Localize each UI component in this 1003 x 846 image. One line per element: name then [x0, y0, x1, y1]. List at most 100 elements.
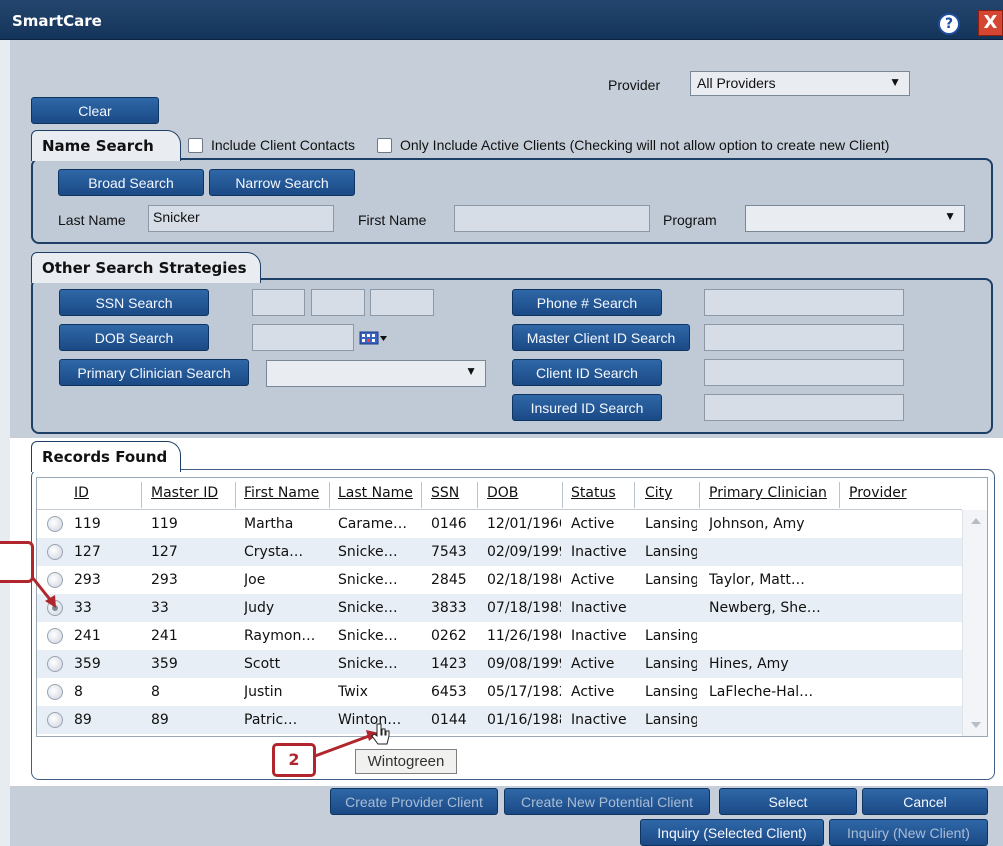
phone-search-button[interactable]: Phone # Search	[512, 289, 662, 316]
col-header-status[interactable]: Status	[571, 478, 616, 510]
cell-status: Inactive	[571, 600, 627, 616]
cell-primary-clinician: Newberg, She…	[709, 600, 821, 616]
table-row[interactable]: 89 89 Patric… Winton… 0144 01/16/1988 Inactive…	[37, 706, 962, 734]
cell-city: Lansing	[645, 656, 697, 672]
cell-master-id: 8	[151, 684, 160, 700]
cell-last-name: Snicke…	[338, 656, 398, 672]
create-new-potential-client-button[interactable]: Create New Potential Client	[504, 788, 710, 815]
ssn-field-2[interactable]	[311, 289, 365, 316]
primary-clinician-select[interactable]: ▼	[266, 360, 486, 387]
row-select-radio[interactable]	[47, 628, 63, 644]
cell-ssn: 1423	[431, 656, 467, 672]
cell-ssn: 2845	[431, 572, 467, 588]
cell-ssn: 7543	[431, 544, 467, 560]
calendar-icon-svg	[359, 331, 387, 345]
cell-first-name: Joe	[244, 572, 266, 588]
calendar-icon[interactable]	[359, 331, 389, 345]
last-name-field[interactable]: Snicker	[148, 205, 334, 232]
cell-last-name: Snicke…	[338, 600, 398, 616]
col-header-id[interactable]: ID	[74, 478, 89, 510]
provider-select[interactable]: All Providers ▼	[690, 71, 910, 96]
master-client-id-field[interactable]	[704, 324, 904, 351]
inquiry-selected-client-button[interactable]: Inquiry (Selected Client)	[640, 819, 824, 846]
create-provider-client-button[interactable]: Create Provider Client	[330, 788, 498, 815]
col-header-primary-clinician[interactable]: Primary Clinician	[709, 478, 827, 510]
cell-dob: 02/18/1986	[487, 572, 561, 588]
table-row[interactable]: 8 8 Justin Twix 6453 05/17/1982 Active Lansing L…	[37, 678, 962, 706]
dob-search-button[interactable]: DOB Search	[59, 324, 209, 351]
scroll-down-icon[interactable]	[971, 722, 981, 728]
cell-status: Active	[571, 684, 615, 700]
program-select[interactable]: ▼	[745, 205, 965, 232]
col-header-master-id[interactable]: Master ID	[151, 478, 218, 510]
dropdown-arrow-icon: ▼	[944, 209, 956, 223]
col-header-provider[interactable]: Provider	[849, 478, 907, 510]
ssn-field-1[interactable]	[252, 289, 305, 316]
insured-id-search-button[interactable]: Insured ID Search	[512, 394, 662, 421]
tooltip: Wintogreen	[355, 749, 457, 774]
first-name-field[interactable]	[454, 205, 650, 232]
cell-ssn: 0144	[431, 712, 467, 728]
cell-master-id: 33	[151, 600, 169, 616]
clear-button[interactable]: Clear	[31, 97, 159, 124]
mouse-cursor-icon	[371, 723, 390, 745]
select-button[interactable]: Select	[719, 788, 857, 815]
row-select-radio[interactable]	[47, 544, 63, 560]
grid-scrollbar[interactable]	[962, 510, 987, 736]
help-icon[interactable]: ?	[938, 13, 960, 35]
cell-last-name: Carame…	[338, 516, 407, 532]
row-select-radio[interactable]	[47, 516, 63, 532]
master-client-id-search-button[interactable]: Master Client ID Search	[512, 324, 690, 351]
cell-ssn: 0262	[431, 628, 467, 644]
cell-dob: 11/26/1980	[487, 628, 561, 644]
cell-id: 293	[74, 572, 101, 588]
scroll-up-icon[interactable]	[971, 518, 981, 524]
table-row[interactable]: 127 127 Crysta… Snicke… 7543 02/09/1999 Inacti…	[37, 538, 962, 566]
col-divider	[477, 482, 478, 508]
cancel-button[interactable]: Cancel	[862, 788, 988, 815]
col-header-last-name[interactable]: Last Name	[338, 478, 413, 510]
phone-field[interactable]	[704, 289, 904, 316]
cell-first-name: Crysta…	[244, 544, 304, 560]
col-header-first-name[interactable]: First Name	[244, 478, 319, 510]
insured-id-field[interactable]	[704, 394, 904, 421]
col-header-city[interactable]: City	[645, 478, 672, 510]
ssn-search-button[interactable]: SSN Search	[59, 289, 209, 316]
table-row[interactable]: 293 293 Joe Snicke… 2845 02/18/1986 Active Lans…	[37, 566, 962, 594]
col-divider	[235, 482, 236, 508]
ssn-field-3[interactable]	[370, 289, 434, 316]
cell-id: 8	[74, 684, 83, 700]
grid-header: ID Master ID First Name Last Name SSN DO…	[37, 478, 962, 510]
row-select-radio[interactable]	[47, 656, 63, 672]
col-header-ssn[interactable]: SSN	[431, 478, 459, 510]
client-id-field[interactable]	[704, 359, 904, 386]
only-active-checkbox[interactable]	[377, 138, 392, 153]
cell-dob: 01/16/1988	[487, 712, 561, 728]
table-row[interactable]: 33 33 Judy Snicke… 3833 07/18/1985 Inactive New…	[37, 594, 962, 622]
row-select-radio[interactable]	[47, 712, 63, 728]
inquiry-new-client-button[interactable]: Inquiry (New Client)	[829, 819, 988, 846]
row-select-radio[interactable]	[47, 684, 63, 700]
only-active-label: Only Include Active Clients (Checking wi…	[400, 137, 890, 153]
table-row[interactable]: 359 359 Scott Snicke… 1423 09/08/1999 Active La…	[37, 650, 962, 678]
include-contacts-checkbox[interactable]	[188, 138, 203, 153]
callout-marker-left	[0, 541, 34, 583]
cell-master-id: 241	[151, 628, 178, 644]
table-row[interactable]: 241 241 Raymon… Snicke… 0262 11/26/1980 Inacti…	[37, 622, 962, 650]
close-icon[interactable]: X	[978, 10, 1003, 36]
cell-primary-clinician: Hines, Amy	[709, 656, 789, 672]
primary-clinician-search-button[interactable]: Primary Clinician Search	[59, 359, 249, 386]
broad-search-button[interactable]: Broad Search	[58, 169, 204, 196]
dob-field[interactable]	[252, 324, 354, 351]
window-left-edge	[0, 40, 10, 846]
records-found-tab: Records Found	[31, 441, 181, 472]
col-header-dob[interactable]: DOB	[487, 478, 518, 510]
cell-city: Lansing	[645, 628, 697, 644]
include-contacts-label: Include Client Contacts	[211, 137, 355, 153]
client-id-search-button[interactable]: Client ID Search	[512, 359, 662, 386]
callout-marker: 2	[272, 743, 316, 777]
table-row[interactable]: 119 119 Martha Carame… 0146 12/01/1966 Active L…	[37, 510, 962, 538]
narrow-search-button[interactable]: Narrow Search	[209, 169, 355, 196]
cell-master-id: 293	[151, 572, 178, 588]
dropdown-arrow-icon: ▼	[465, 364, 477, 378]
